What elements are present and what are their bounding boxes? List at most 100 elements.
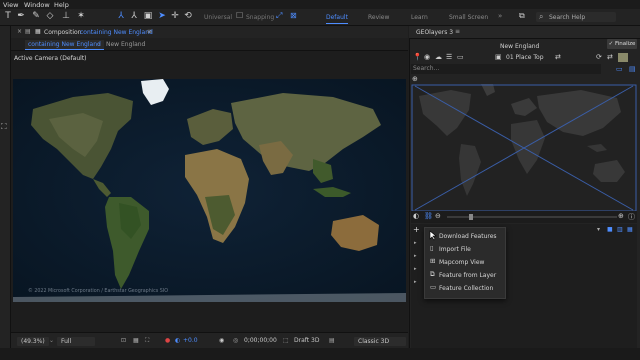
tab-containing-new-england[interactable]: containing New England [25,40,104,50]
panel-menu-icon[interactable]: ≡ [147,28,152,35]
brush-tool-icon[interactable]: ✎ [31,11,41,22]
view-axis-icon[interactable]: ▣ [143,11,153,22]
snap-edges-icon[interactable]: ⊠ [290,11,297,20]
composition-name[interactable]: containing New England [80,29,153,36]
layers-icon[interactable]: ☰ [446,53,452,61]
eye-icon[interactable]: ◉ [424,53,430,61]
grid-view-icon[interactable]: ▤ [329,337,335,344]
zoom-chevron-icon[interactable]: ⌄ [49,337,54,344]
cloud-icon[interactable]: ☁ [435,53,442,61]
tab-separator: › [98,41,101,48]
snap-icon[interactable]: ⤢ [276,11,282,21]
menu-item-feature-from-layer[interactable]: ⧉ Feature from Layer [425,269,505,282]
zoom-slider-handle[interactable] [469,214,473,220]
solid-fill-icon[interactable]: ■ [607,226,613,233]
dark-world-map [411,84,637,212]
geolayers-menu-icon[interactable]: ≡ [455,28,460,35]
share-screen-icon[interactable]: ⧉ [519,11,525,21]
eraser-tool-icon[interactable]: ◇ [45,11,55,22]
expand-arrow-icon[interactable]: ▸ [414,240,417,246]
close-icon[interactable]: × [17,28,22,35]
left-dock-strip: ⛶ [0,26,11,348]
universal-label: Universal [204,14,233,21]
draft3d-label[interactable]: Draft 3D [294,337,319,344]
menu-item-import-file[interactable]: ▯ Import File [425,243,505,256]
world-axis-icon[interactable]: ⅄ [129,11,139,22]
crosshair-icon[interactable]: ⊕ [412,75,418,83]
map-view-icon[interactable]: ▤ [629,65,636,73]
menu-item-download-features[interactable]: ⤓ Download Features [425,230,505,243]
show-snapshot-icon[interactable]: ◎ [233,337,238,344]
info-icon[interactable]: ⓘ [628,212,635,222]
zoom-dropdown[interactable]: (49.3%) [17,337,49,346]
list-toggle-icon[interactable]: ▾ [597,226,600,233]
help-search-placeholder: Search Help [549,14,586,21]
transparency-grid-icon[interactable]: ▦ [133,337,139,344]
place-selector[interactable]: 01 Place Top [506,54,544,61]
current-timecode[interactable]: 0;00;00;00 [244,337,277,344]
preview-toolbar: ◐ ⛓ ⊖ ⊕ ⓘ [411,211,637,223]
menu-bar: View Window Help [0,0,640,9]
selection-tool-icon[interactable]: ➤ [157,11,167,22]
swap-icon[interactable]: ⇄ [555,53,561,61]
folder-icon: ▭ [430,283,437,291]
menu-view[interactable]: View [3,1,18,9]
active-camera-label: Active Camera (Default) [14,55,87,62]
color-swatch[interactable] [618,53,628,62]
geolayers-map-preview[interactable] [411,84,637,212]
composition-viewer-map[interactable]: © 2022 Microsoft Corporation / Earthstar… [13,79,406,302]
workspaces-overflow-icon[interactable]: » [498,12,502,20]
menu-item-mapcomp-view[interactable]: ⊞ Mapcomp View [425,256,505,269]
geolayers-comp-name: New England [500,43,540,50]
table-icon[interactable]: ▦ [627,226,633,233]
help-search[interactable]: ⌕ Search Help [536,12,616,22]
pin-icon[interactable]: 📍 [413,53,422,61]
workspace-learn[interactable]: Learn [411,14,428,21]
bars-icon[interactable]: ▥ [617,226,623,233]
expand-arrow-icon[interactable]: ▸ [414,266,417,272]
link-icon[interactable]: ⇄ [607,53,613,61]
color-channels-icon[interactable]: ● [165,337,170,344]
add-feature-icon[interactable]: + [413,225,420,234]
exposure-value[interactable]: +0.0 [183,337,198,344]
menu-window[interactable]: Window [24,1,50,9]
menu-help[interactable]: Help [54,1,69,9]
expand-arrow-icon[interactable]: ▸ [414,279,417,285]
document-icon[interactable]: ▭ [457,53,464,61]
draft3d-icon[interactable]: ⬚ [283,337,289,344]
finalize-button[interactable]: ✓ Finalize [607,39,637,49]
geolayers-search[interactable]: Search... [411,64,601,74]
exposure-reset-icon[interactable]: ◐ [175,337,180,344]
map-style-icon[interactable]: ▣ [495,53,502,61]
check-icon: ✓ [608,41,614,47]
workspace-review[interactable]: Review [368,14,389,21]
snapshot-icon[interactable]: ◉ [219,337,224,344]
world-satellite-image [13,79,406,302]
lock-icon[interactable]: ▤ [25,28,31,35]
resolution-dropdown[interactable]: Full [57,337,95,346]
mask-icon[interactable]: ⛶ [145,337,149,345]
tab-new-england[interactable]: New England [106,41,145,48]
type-tool-icon[interactable]: T [3,11,13,22]
refresh-icon[interactable]: ⟳ [596,53,602,61]
link-toggle-icon[interactable]: ⛓ [424,212,433,220]
hand-tool-icon[interactable]: ✛ [170,11,180,22]
menu-item-feature-collection[interactable]: ▭ Feature Collection [425,282,505,295]
zoom-in-icon[interactable]: ⊕ [618,212,624,220]
workspace-default[interactable]: Default [326,14,348,24]
puppet-tool-icon[interactable]: ✶ [76,11,86,22]
expand-arrow-icon[interactable]: ▸ [414,253,417,259]
rotate-tool-icon[interactable]: ⟲ [183,11,193,22]
region-icon[interactable]: ⊡ [121,337,126,344]
workspace-small-screen[interactable]: Small Screen [449,14,488,21]
composition-footer-bar: (49.3%) ⌄ Full ⊡ ▦ ⛶ ● ◐ +0.0 ◉ ◎ 0;00;0… [11,332,408,349]
local-axis-icon[interactable]: ⅄ [116,11,126,22]
camera-icon[interactable]: ▭ [616,65,623,73]
snapping-checkbox-icon[interactable]: ☐ [236,11,243,20]
visibility-toggle-icon[interactable]: ◐ [413,212,419,220]
zoom-out-icon[interactable]: ⊖ [435,212,441,220]
panel-handle-icon[interactable]: ⛶ [1,122,7,132]
renderer-dropdown[interactable]: Classic 3D [354,337,406,346]
stamp-tool-icon[interactable]: ⊥ [61,11,71,22]
pen-tool-icon[interactable]: ✒ [16,11,26,22]
